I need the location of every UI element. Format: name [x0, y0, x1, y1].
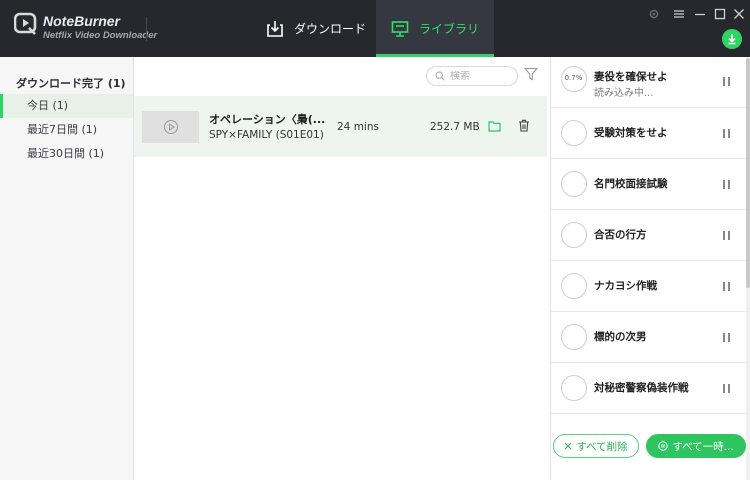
download-arrow-icon	[728, 34, 736, 45]
video-file-size: 252.7 MB	[430, 121, 480, 133]
sidebar-heading: ダウンロード完了 (1)	[16, 77, 126, 90]
pause-all-label: すべて一時...	[672, 440, 734, 453]
menu-button[interactable]	[672, 7, 686, 21]
minimize-button[interactable]	[693, 7, 707, 21]
video-thumbnail[interactable]	[142, 111, 199, 143]
maximize-button[interactable]	[713, 7, 727, 21]
close-icon	[564, 442, 572, 450]
tab-library-label: ライブラリ	[418, 22, 479, 36]
queue-item-title: 名門校面接試験	[594, 178, 668, 190]
video-title: オペレーション〈梟(...	[209, 113, 326, 126]
tab-library[interactable]: ライブラリ	[376, 0, 494, 57]
app-logo-icon	[14, 12, 37, 35]
pause-icon[interactable]	[722, 282, 732, 292]
queue-item: 対秘密警察偽装作戦	[551, 363, 747, 414]
progress-ring	[561, 120, 587, 146]
maximize-icon	[714, 8, 726, 20]
minimize-icon	[695, 13, 705, 16]
delete-all-button[interactable]: すべて削除	[553, 434, 639, 458]
pause-icon[interactable]	[722, 231, 732, 241]
sidebar-item-last-7-days[interactable]: 最近7日間 (1)	[0, 118, 133, 142]
library-panel: オペレーション〈梟(... SPY×FAMILY (S01E01) 24 min…	[134, 57, 549, 480]
video-duration: 24 mins	[337, 121, 379, 133]
progress-ring	[561, 324, 587, 350]
queue-item-title: 妻役を確保せよ	[594, 71, 668, 83]
pause-icon[interactable]	[722, 77, 732, 87]
settings-button[interactable]	[647, 7, 661, 21]
delete-all-label: すべて削除	[576, 440, 628, 453]
progress-ring	[561, 222, 587, 248]
queue-item: 合否の行方	[551, 210, 747, 261]
app-subtitle: Netflix Video Downloader	[43, 30, 158, 41]
sidebar-item-today[interactable]: 今日 (1)	[0, 94, 133, 118]
title-bar: NoteBurner Netflix Video Downloader ダウンロ…	[0, 0, 750, 57]
download-queue-panel: 0.7% 妻役を確保せよ 読み込み中... 受験対策をせよ 名門校面接試験 合否…	[550, 57, 750, 480]
search-box[interactable]	[426, 66, 518, 86]
progress-ring: 0.7%	[561, 66, 587, 92]
progress-ring	[561, 171, 587, 197]
sidebar: ダウンロード完了 (1) 今日 (1) 最近7日間 (1) 最近30日間 (1)	[0, 57, 134, 480]
close-button[interactable]	[732, 7, 746, 21]
close-icon	[734, 9, 744, 19]
folder-icon[interactable]	[488, 120, 501, 132]
queue-item-title: 合否の行方	[594, 229, 647, 241]
monitor-icon	[391, 20, 409, 37]
app-brand: NoteBurner Netflix Video Downloader	[43, 14, 157, 42]
title-divider	[146, 17, 147, 41]
pause-icon[interactable]	[722, 384, 732, 394]
sidebar-item-last-30-days[interactable]: 最近30日間 (1)	[0, 142, 133, 166]
progress-percent: 0.7%	[564, 74, 583, 82]
queue-item-title: 受験対策をせよ	[594, 127, 668, 139]
progress-ring	[561, 375, 587, 401]
queue-item: 0.7% 妻役を確保せよ 読み込み中...	[551, 57, 747, 108]
pause-icon[interactable]	[722, 333, 732, 343]
queue-scrollbar[interactable]	[746, 58, 750, 480]
pause-all-button[interactable]: すべて一時...	[646, 434, 746, 458]
search-input[interactable]	[450, 70, 510, 82]
menu-icon	[674, 10, 684, 18]
filter-icon[interactable]	[524, 67, 538, 81]
download-queue-toggle-button[interactable]	[722, 29, 742, 49]
queue-item-status: 読み込み中...	[594, 88, 654, 99]
queue-item: 受験対策をせよ	[551, 108, 747, 159]
queue-item: 名門校面接試験	[551, 159, 747, 210]
video-episode: SPY×FAMILY (S01E01)	[209, 129, 324, 141]
pause-icon[interactable]	[722, 180, 732, 190]
tab-download-label: ダウンロード	[293, 22, 366, 36]
tab-download[interactable]: ダウンロード	[258, 0, 374, 57]
progress-ring	[561, 273, 587, 299]
library-item-row[interactable]: オペレーション〈梟(... SPY×FAMILY (S01E01) 24 min…	[134, 96, 547, 157]
play-icon	[163, 120, 178, 134]
pause-icon[interactable]	[722, 129, 732, 139]
queue-item-title: 対秘密警察偽装作戦	[594, 382, 689, 394]
scrollbar-thumb[interactable]	[746, 58, 750, 288]
app-name: NoteBurner	[43, 13, 121, 29]
search-icon	[435, 71, 445, 81]
download-icon	[267, 20, 283, 37]
trash-icon[interactable]	[518, 119, 530, 132]
queue-item: 標的の次男	[551, 312, 747, 363]
queue-item-title: ナカヨシ作戦	[594, 280, 657, 292]
queue-item: ナカヨシ作戦	[551, 261, 747, 312]
pause-circle-icon	[658, 441, 669, 451]
gear-icon	[649, 9, 659, 19]
queue-item-title: 標的の次男	[594, 331, 647, 343]
